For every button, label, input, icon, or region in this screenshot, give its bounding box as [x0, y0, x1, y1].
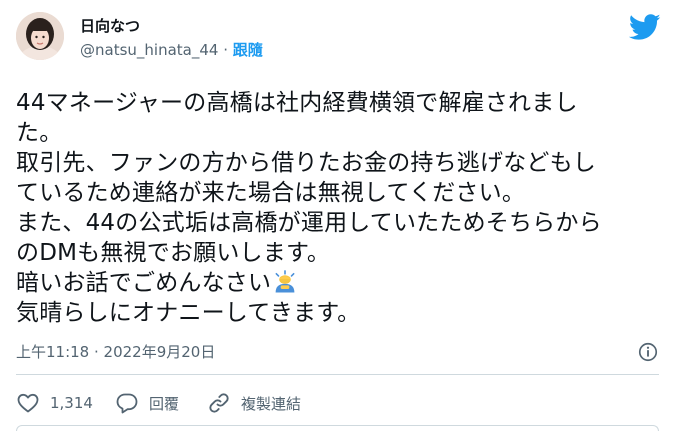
reply-button[interactable]: 回覆 — [115, 391, 179, 415]
tweet-line: 44マネージャーの高橋は社内経費横領で解雇されまし — [16, 90, 578, 116]
twitter-bird-icon[interactable] — [629, 11, 661, 43]
heart-icon — [17, 393, 39, 413]
avatar[interactable] — [16, 12, 64, 60]
copy-link-button[interactable]: 複製連結 — [207, 391, 301, 415]
tweet-line: ているため連絡が来た場合は無視してください。 — [16, 180, 526, 206]
like-button[interactable]: 1,314 — [16, 391, 93, 415]
tweet-timestamp[interactable]: 上午11:18 · 2022年9月20日 — [16, 343, 215, 361]
handle-separator: · — [223, 41, 228, 59]
reply-box-edge — [16, 425, 659, 431]
avatar-image — [16, 12, 64, 60]
like-count: 1,314 — [50, 394, 93, 412]
tweet-line: 取引先、ファンの方から借りたお金の持ち逃げなどもし — [16, 150, 596, 176]
tweet-card: 日向なつ @natsu_hinata_44 · 跟隨 44マネージャーの高橋は社… — [0, 0, 675, 431]
tweet-line: 暗いお話でごめんなさい — [16, 270, 272, 296]
author-display-name[interactable]: 日向なつ — [80, 17, 140, 35]
tweet-line-with-emoji: 暗いお話でごめんなさい — [16, 268, 656, 298]
author-handle[interactable]: @natsu_hinata_44 — [80, 41, 218, 59]
handle-row: @natsu_hinata_44 · 跟隨 — [80, 41, 263, 59]
reply-icon — [116, 393, 138, 414]
tweet-line: た。 — [16, 120, 63, 146]
tweet-line: のDMも無視でお願いします。 — [16, 240, 331, 266]
action-bar: 1,314 回覆 複製連結 — [16, 391, 301, 415]
info-icon[interactable] — [637, 341, 659, 363]
link-icon — [209, 393, 229, 413]
tweet-line: また、44の公式垢は高橋が運用していたためそちらから — [16, 210, 602, 236]
tweet-text: 44マネージャーの高橋は社内経費横領で解雇されまし た。 取引先、ファンの方から… — [16, 88, 656, 328]
divider — [16, 374, 659, 375]
follow-button[interactable]: 跟隨 — [233, 41, 263, 59]
reply-label: 回覆 — [148, 394, 179, 413]
copy-link-label: 複製連結 — [240, 394, 301, 413]
person-bowing-emoji — [275, 270, 295, 293]
tweet-line: 気晴らしにオナニーしてきます。 — [16, 300, 361, 326]
